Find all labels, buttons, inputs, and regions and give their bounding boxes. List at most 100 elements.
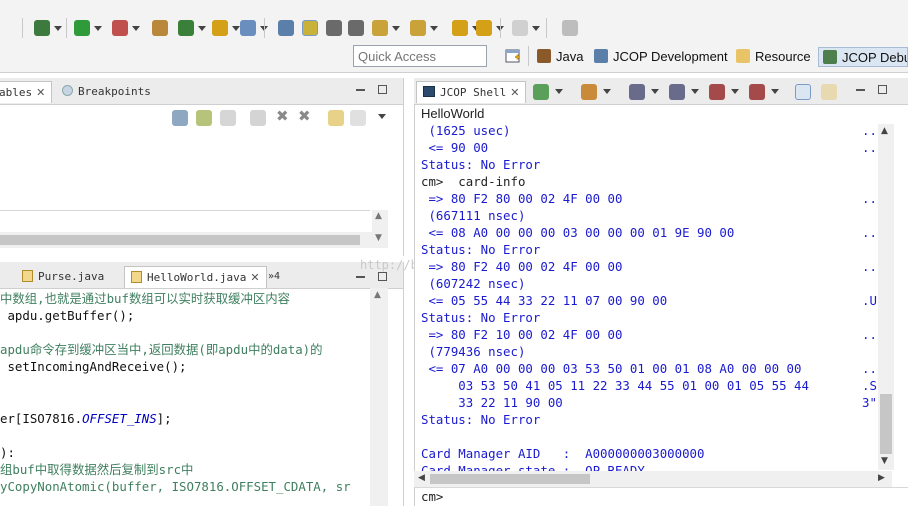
card-terminal-icon[interactable] (709, 84, 725, 100)
highlight-icon[interactable] (302, 20, 318, 36)
scroll-down-icon[interactable]: ▼ (881, 456, 888, 466)
toggle-mark-occurrences-icon[interactable] (278, 20, 294, 36)
close-icon[interactable]: ✕ (36, 86, 45, 99)
tab-jcop-shell[interactable]: JCOP Shell ✕ (416, 81, 527, 103)
minimize-icon[interactable] (356, 276, 365, 278)
chevron-down-icon[interactable] (232, 26, 240, 31)
external-tools-icon[interactable] (152, 20, 168, 36)
scroll-up-icon[interactable]: ▲ (881, 126, 888, 136)
code-text: er[ISO7816. (0, 410, 83, 426)
back-icon[interactable] (476, 20, 492, 36)
tab-purse-java[interactable]: Purse.java (22, 266, 104, 288)
shell-output[interactable]: (1625 usec) <= 90 00 Status: No Error cm> … (421, 122, 877, 472)
open-type-icon[interactable] (212, 20, 228, 36)
perspective-resource[interactable]: Resource (736, 47, 811, 67)
open-perspective-icon[interactable] (505, 48, 521, 64)
quick-access-input[interactable] (353, 45, 487, 67)
minimize-icon[interactable] (856, 89, 865, 91)
java-perspective-icon (537, 49, 551, 63)
chevron-down-icon[interactable] (555, 89, 563, 94)
editor-scrollbar[interactable]: ▲ (370, 288, 388, 506)
reader-icon[interactable] (581, 84, 597, 100)
remove-icon[interactable]: ✖ (276, 107, 289, 125)
minimize-icon[interactable] (356, 89, 365, 91)
collapse-all-icon[interactable] (220, 110, 236, 126)
tab-label: ables (0, 86, 33, 99)
detail-hscrollbar[interactable] (0, 232, 372, 248)
card-terminal-icon[interactable] (629, 84, 645, 100)
previous-annotation-icon[interactable] (410, 20, 426, 36)
tab-label: JCOP Shell (440, 86, 507, 99)
chevron-down-icon[interactable] (430, 26, 438, 31)
chevron-down-icon[interactable] (532, 26, 540, 31)
show-type-names-icon[interactable] (172, 110, 188, 126)
pin-icon[interactable] (328, 110, 344, 126)
card-terminal-icon[interactable] (669, 84, 685, 100)
maximize-icon[interactable] (378, 272, 387, 281)
shell-line: <= 08 A0 00 00 00 03 00 00 00 01 9E 90 0… (421, 225, 735, 240)
connect-icon[interactable] (533, 84, 549, 100)
shell-ascii: .. (862, 225, 877, 240)
close-icon[interactable]: ✕ (510, 86, 519, 99)
show-logical-structure-icon[interactable] (196, 110, 212, 126)
chevron-down-icon[interactable] (691, 89, 699, 94)
next-annotation-icon[interactable] (372, 20, 388, 36)
scroll-right-icon[interactable]: ▶ (878, 473, 885, 483)
scroll-thumb[interactable] (430, 474, 590, 484)
scroll-up-icon[interactable]: ▲ (374, 290, 381, 300)
view-menu-icon[interactable] (378, 114, 386, 119)
chevron-down-icon[interactable] (731, 89, 739, 94)
clear-console-icon[interactable] (821, 84, 837, 100)
chevron-down-icon[interactable] (392, 26, 400, 31)
chevron-down-icon[interactable] (771, 89, 779, 94)
code-editor[interactable]: 中数组,也就是通过buf数组可以实时获取缓冲区内容 apdu.getBuffer… (0, 288, 368, 506)
scroll-up-icon[interactable]: ▲ (375, 211, 382, 221)
chevron-down-icon[interactable] (132, 26, 140, 31)
perspective-jcop-debug[interactable]: JCOP Debug (818, 47, 908, 67)
search-icon[interactable] (240, 20, 256, 36)
perspective-jcop-development[interactable]: JCOP Development (594, 47, 728, 67)
card-terminal-icon[interactable] (749, 84, 765, 100)
perspective-java[interactable]: Java (537, 47, 583, 67)
tab-breakpoints[interactable]: Breakpoints (62, 81, 151, 103)
run-icon[interactable] (74, 20, 90, 36)
chevron-down-icon[interactable] (603, 89, 611, 94)
chevron-down-icon[interactable] (54, 26, 62, 31)
debug-icon[interactable] (34, 20, 50, 36)
scroll-down-icon[interactable]: ▼ (375, 233, 382, 243)
new-class-icon[interactable] (178, 20, 194, 36)
code-line: setIncomingAndReceive(); (0, 358, 186, 375)
code-line: ): (0, 444, 15, 461)
tab-helloworld-java[interactable]: HelloWorld.java ✕ (124, 266, 267, 288)
shell-prompt[interactable]: cm> (421, 489, 443, 504)
coverage-icon[interactable] (112, 20, 128, 36)
forward-icon[interactable] (512, 20, 528, 36)
scroll-lock-icon[interactable] (795, 84, 811, 100)
shell-line: cm> card-info (421, 174, 526, 189)
maximize-icon[interactable] (378, 85, 387, 94)
new-view-icon[interactable] (350, 110, 366, 126)
link-icon[interactable] (250, 110, 266, 126)
chevron-down-icon[interactable] (198, 26, 206, 31)
tab-variables[interactable]: ables ✕ (0, 81, 53, 103)
pin-editor-icon[interactable] (562, 20, 578, 36)
scroll-thumb[interactable] (0, 235, 360, 245)
block-selection-icon[interactable] (348, 20, 364, 36)
editor-overflow[interactable]: »4 (268, 266, 280, 288)
shell-line: (779436 nsec) (421, 344, 526, 359)
scroll-left-icon[interactable]: ◀ (418, 473, 425, 483)
shell-scrollbar[interactable]: ▲ ▼ (878, 124, 894, 470)
show-whitespace-icon[interactable] (326, 20, 342, 36)
close-icon[interactable]: ✕ (250, 271, 259, 284)
chevron-down-icon[interactable] (94, 26, 102, 31)
chevron-down-icon[interactable] (651, 89, 659, 94)
maximize-icon[interactable] (878, 85, 887, 94)
detail-scrollbar[interactable]: ▲ ▼ (372, 210, 388, 248)
scroll-thumb[interactable] (880, 394, 892, 454)
code-text: apdu.getBuffer(); (0, 308, 135, 324)
last-edit-icon[interactable] (452, 20, 468, 36)
shell-ascii: .. (862, 140, 877, 155)
shell-hscrollbar[interactable]: ◀ ▶ (414, 471, 892, 487)
remove-all-icon[interactable]: ✖ (298, 107, 311, 125)
shell-ascii: .. (862, 327, 877, 342)
